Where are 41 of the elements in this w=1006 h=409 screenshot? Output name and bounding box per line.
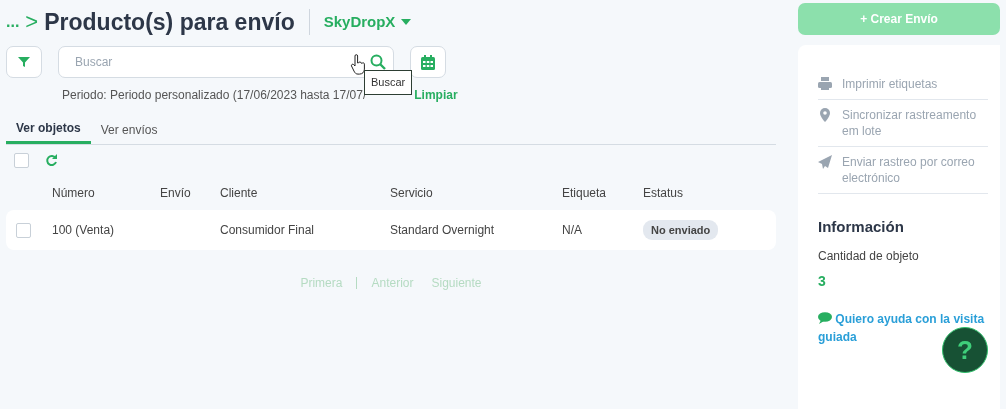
location-pin-icon (818, 108, 832, 122)
table-cell-text: N/A (562, 222, 583, 239)
tab[interactable]: Ver objetos (6, 116, 91, 144)
count-label: Cantidad de objeto (818, 247, 920, 265)
action-button[interactable]: Sincronizar rastreamento em lote (818, 100, 988, 147)
action-button[interactable]: Imprimir etiquetas (818, 69, 988, 100)
refresh-icon[interactable] (45, 154, 58, 167)
action-button[interactable]: Enviar rastreo por correo electrónico (818, 147, 988, 194)
breadcrumb-ellipsis[interactable]: ... (6, 10, 20, 34)
column-header: Servicio (390, 185, 434, 202)
count-value: 3 (818, 271, 827, 291)
paper-plane-icon (818, 155, 832, 169)
help-button[interactable]: ? (942, 327, 988, 373)
page-title: Producto(s) para envío (44, 7, 295, 37)
column-header: Estatus (643, 185, 685, 202)
hand-cursor-icon (350, 54, 368, 76)
search-icon[interactable] (370, 54, 386, 70)
calendar-button[interactable] (410, 46, 446, 78)
tab[interactable]: Ver envíos (90, 116, 168, 144)
row-checkbox[interactable] (16, 222, 31, 238)
column-header: Envío (160, 185, 192, 202)
search-tooltip: Buscar (364, 70, 413, 95)
caret-icon (401, 19, 412, 25)
table-cell-text: 100 (Venta) (52, 222, 116, 239)
info-heading: Información (818, 217, 905, 237)
filter-icon (18, 56, 30, 68)
calendar-icon (421, 54, 435, 70)
breadcrumb-separator: > (25, 11, 39, 33)
chat-icon (818, 311, 832, 324)
printer-icon (818, 77, 832, 91)
clear-link[interactable]: Limpiar (414, 88, 458, 102)
table-cell-text: Consumidor Final (220, 222, 316, 239)
filter-button[interactable] (6, 46, 42, 78)
table-cell-text: Standard Overnight (390, 222, 496, 239)
carrier-dropdown[interactable]: SkyDropX (323, 10, 412, 34)
status-badge: No enviado (643, 219, 719, 241)
column-header: Cliente (220, 185, 259, 202)
search-field[interactable]: Buscar (58, 46, 394, 78)
column-header: Número (52, 185, 96, 202)
column-header: Etiqueta (562, 185, 608, 202)
select-all-checkbox[interactable] (14, 153, 29, 168)
